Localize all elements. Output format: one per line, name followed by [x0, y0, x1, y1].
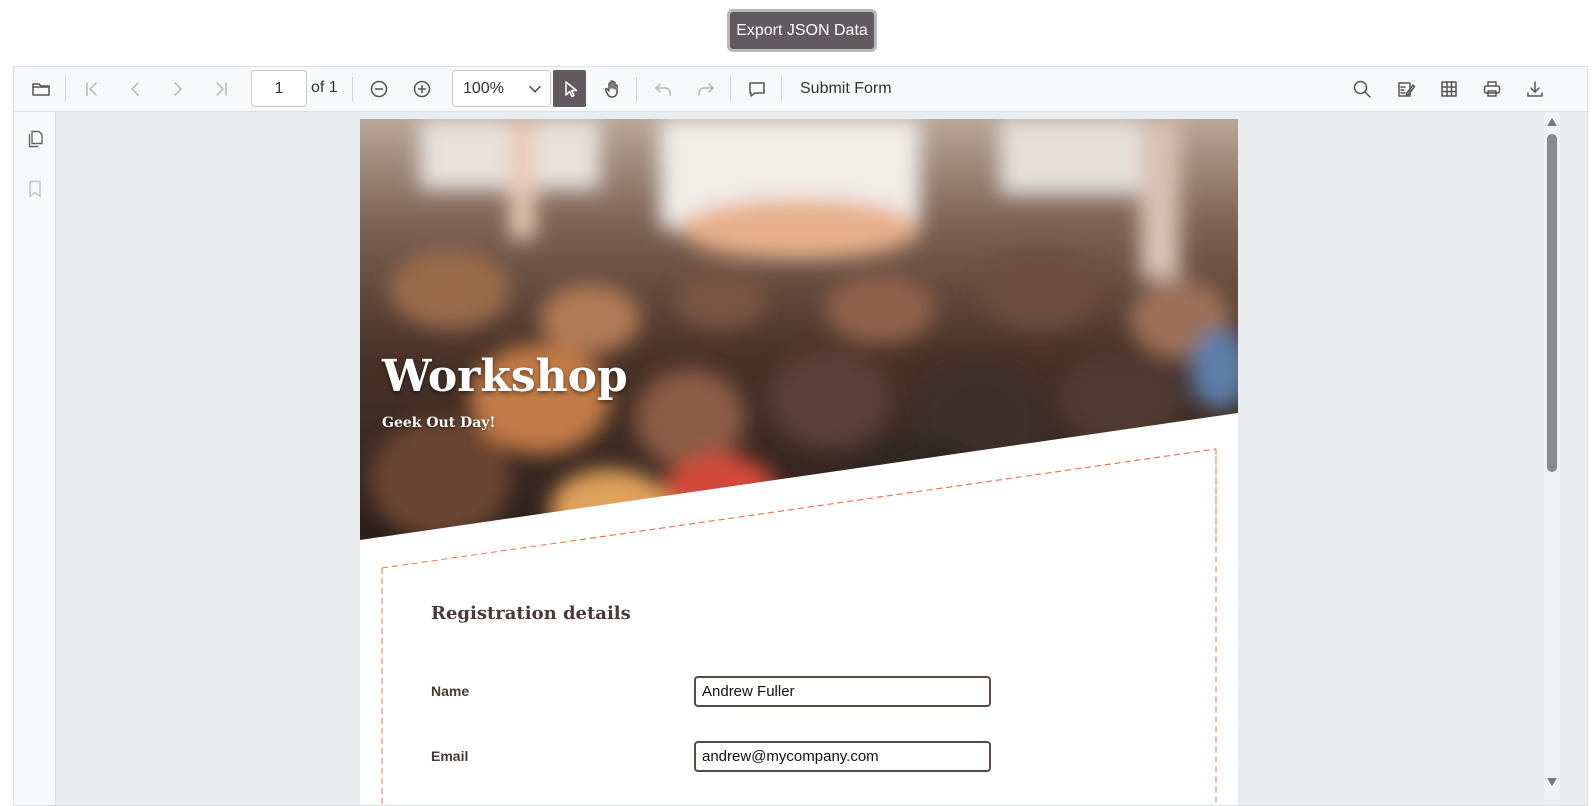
- page-thumbnails-icon[interactable]: [23, 127, 47, 151]
- separator: [65, 77, 66, 102]
- hero-subtitle: Geek Out Day!: [382, 415, 496, 431]
- bookmark-icon[interactable]: [23, 177, 47, 201]
- pan-hand-icon[interactable]: [597, 75, 627, 103]
- vertical-scrollbar[interactable]: [1544, 112, 1560, 805]
- email-label: Email: [431, 748, 469, 764]
- open-folder-icon[interactable]: [26, 75, 56, 103]
- zoom-value: 100%: [463, 79, 504, 97]
- download-icon[interactable]: [1520, 75, 1550, 103]
- search-icon[interactable]: [1347, 75, 1377, 103]
- previous-page-icon[interactable]: [120, 75, 150, 103]
- page-number-input[interactable]: [251, 70, 307, 107]
- next-page-icon[interactable]: [163, 75, 193, 103]
- toolbar: of 1 100% Su: [14, 67, 1587, 112]
- name-field[interactable]: [694, 676, 991, 707]
- form-fields-icon[interactable]: [1434, 75, 1464, 103]
- pdf-viewer: of 1 100% Su: [13, 66, 1588, 806]
- export-json-button[interactable]: Export JSON Data: [727, 9, 877, 52]
- scroll-up-arrow-icon[interactable]: [1547, 118, 1557, 126]
- email-field[interactable]: [694, 741, 991, 772]
- zoom-in-icon[interactable]: [407, 75, 437, 103]
- scroll-down-arrow-icon[interactable]: [1547, 778, 1557, 786]
- text-select-tool-icon[interactable]: [553, 70, 586, 107]
- hero-title: Workshop: [382, 351, 628, 402]
- page-count-label: of 1: [311, 79, 338, 96]
- redo-icon[interactable]: [691, 75, 721, 103]
- export-bar: Export JSON Data: [0, 0, 1596, 64]
- separator: [636, 77, 637, 102]
- chevron-down-icon: [526, 80, 544, 103]
- undo-icon[interactable]: [648, 75, 678, 103]
- pdf-page: Workshop Geek Out Day! Registration deta…: [360, 119, 1238, 805]
- scroll-thumb[interactable]: [1547, 134, 1557, 472]
- separator: [730, 77, 731, 102]
- last-page-icon[interactable]: [206, 75, 236, 103]
- zoom-dropdown[interactable]: 100%: [452, 70, 551, 107]
- section-title: Registration details: [431, 603, 631, 624]
- separator: [781, 77, 782, 102]
- left-sidebar: [14, 112, 56, 805]
- submit-form-button[interactable]: Submit Form: [800, 80, 892, 98]
- separator: [352, 77, 353, 102]
- comment-icon[interactable]: [742, 75, 772, 103]
- zoom-out-icon[interactable]: [364, 75, 394, 103]
- annotation-edit-icon[interactable]: [1391, 75, 1421, 103]
- name-label: Name: [431, 683, 470, 699]
- first-page-icon[interactable]: [77, 75, 107, 103]
- hero-photo: [360, 119, 1238, 541]
- print-icon[interactable]: [1477, 75, 1507, 103]
